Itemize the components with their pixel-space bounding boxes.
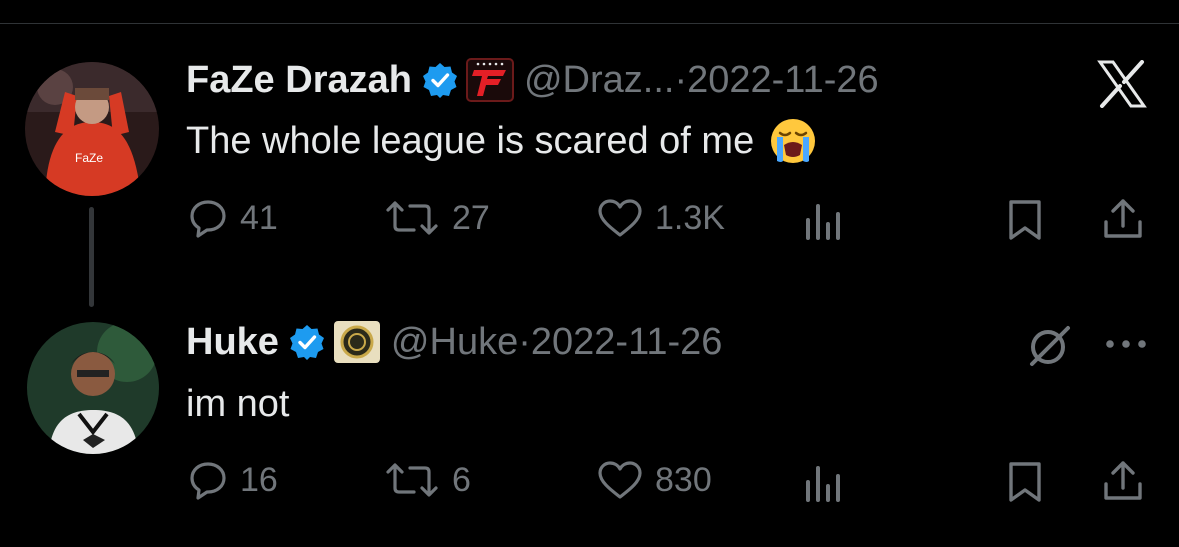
reply-button[interactable]: 41 [188, 198, 278, 238]
bookmark-icon [1005, 198, 1045, 242]
retweet-button[interactable]: 6 [384, 460, 471, 500]
tweet-body: im not [186, 382, 290, 425]
tweet-header: FaZe Drazah @Draz... · 2022-11-26 [186, 56, 879, 104]
tweet-body: The whole league is scared of me [186, 119, 755, 162]
analytics-icon [802, 200, 846, 240]
faze-logo-icon [465, 58, 514, 102]
share-icon [1100, 196, 1146, 242]
like-button[interactable]: 830 [597, 460, 712, 500]
tweet-date[interactable]: 2022-11-26 [687, 59, 879, 102]
heart-icon [597, 460, 643, 500]
like-button[interactable]: 1.3K [597, 198, 725, 238]
user-handle[interactable]: @Huke [391, 321, 518, 364]
tweet-text: The whole league is scared of me [186, 117, 818, 165]
reply-count: 41 [240, 198, 278, 237]
loudly-crying-face-icon [768, 117, 818, 165]
x-logo-icon[interactable] [1097, 60, 1147, 113]
bookmark-button[interactable] [1005, 460, 1045, 504]
retweet-count: 27 [452, 198, 490, 237]
reply-count: 16 [240, 460, 278, 499]
bookmark-button[interactable] [1005, 198, 1045, 242]
svg-text:FaZe: FaZe [75, 151, 103, 165]
separator-dot: · [674, 58, 688, 101]
analytics-icon [802, 462, 846, 502]
tweet-text: im not [186, 380, 289, 428]
share-icon [1100, 458, 1146, 504]
views-button[interactable] [802, 200, 846, 240]
thread-connector-line [89, 207, 94, 307]
display-name[interactable]: Huke [186, 321, 279, 364]
like-count: 1.3K [655, 198, 725, 237]
tweet-header: Huke @Huke · 2022-11-26 [186, 318, 722, 366]
like-count: 830 [655, 460, 712, 499]
display-name[interactable]: FaZe Drazah [186, 59, 412, 102]
avatar[interactable] [27, 322, 159, 454]
separator-dot: · [518, 320, 531, 363]
share-button[interactable] [1100, 458, 1146, 504]
heart-icon [597, 198, 643, 238]
reply-icon [188, 198, 228, 238]
retweet-button[interactable]: 27 [384, 198, 490, 238]
reply-button[interactable]: 16 [188, 460, 278, 500]
share-button[interactable] [1100, 196, 1146, 242]
bookmark-icon [1005, 460, 1045, 504]
reply-icon [188, 460, 228, 500]
retweet-count: 6 [452, 460, 471, 499]
retweet-icon [384, 198, 440, 238]
more-options-icon[interactable] [1104, 336, 1148, 357]
views-button[interactable] [802, 462, 846, 502]
verified-badge-icon [422, 62, 458, 98]
grok-icon[interactable] [1026, 322, 1074, 373]
retweet-icon [384, 460, 440, 500]
tweet-date[interactable]: 2022-11-26 [531, 321, 723, 364]
top-divider [0, 23, 1179, 24]
avatar[interactable]: FaZe [25, 62, 159, 196]
optic-logo-icon [333, 320, 381, 364]
user-handle[interactable]: @Draz... [524, 59, 674, 102]
verified-badge-icon [289, 324, 325, 360]
